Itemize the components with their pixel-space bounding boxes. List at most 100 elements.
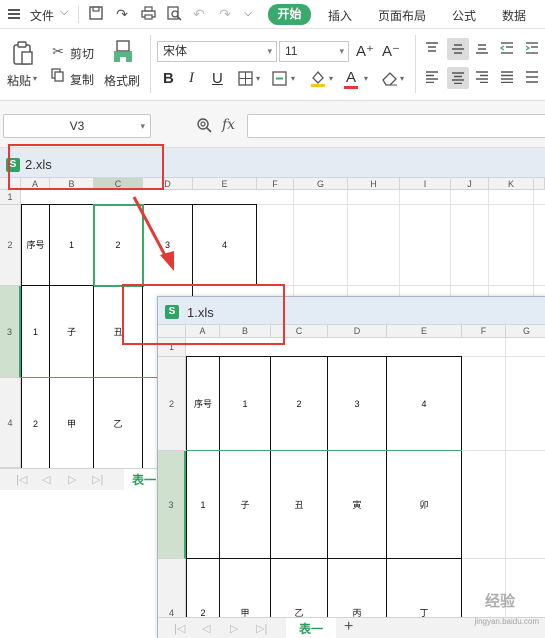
column-header[interactable]: I bbox=[400, 178, 451, 190]
copy-icon[interactable] bbox=[50, 68, 66, 85]
decrease-indent-icon[interactable] bbox=[499, 41, 515, 57]
align-middle-icon[interactable] bbox=[447, 38, 469, 60]
table-cell[interactable]: 序号 bbox=[22, 205, 50, 286]
justify-icon[interactable] bbox=[499, 70, 515, 86]
underline-button[interactable]: U bbox=[212, 70, 223, 87]
shrink-font-button[interactable]: A⁻ bbox=[382, 42, 400, 60]
sheet-tab[interactable]: 表一 bbox=[286, 618, 336, 638]
chevron-down-icon[interactable]: ▾ bbox=[364, 74, 368, 83]
scissors-icon[interactable]: ✂ bbox=[50, 43, 66, 60]
name-box[interactable]: V3 ▾ bbox=[3, 114, 151, 138]
paste-icon[interactable] bbox=[10, 41, 36, 69]
print-icon[interactable] bbox=[140, 6, 156, 22]
increase-indent-icon[interactable] bbox=[524, 41, 540, 57]
chevron-down-icon[interactable]: ⌵ bbox=[240, 6, 256, 22]
align-center-icon[interactable] bbox=[447, 67, 469, 89]
chevron-down-icon[interactable]: ▾ bbox=[400, 74, 404, 83]
format-painter-icon[interactable] bbox=[111, 39, 135, 68]
table-cell[interactable]: 丑 bbox=[271, 451, 328, 559]
grow-font-button[interactable]: A⁺ bbox=[356, 42, 374, 60]
save-icon[interactable] bbox=[88, 6, 104, 22]
table-cell[interactable]: 甲 bbox=[220, 559, 271, 619]
column-header[interactable]: K bbox=[489, 178, 534, 190]
chevron-down-icon[interactable]: ▾ bbox=[291, 74, 295, 83]
prev-sheet-icon[interactable]: ◁ bbox=[202, 622, 210, 635]
borders-icon[interactable] bbox=[237, 71, 253, 89]
column-header[interactable]: G bbox=[506, 325, 545, 338]
column-header[interactable]: J bbox=[451, 178, 489, 190]
table-cell[interactable]: 乙 bbox=[94, 378, 143, 470]
next-sheet-icon[interactable]: ▷ bbox=[68, 473, 76, 486]
column-header[interactable]: D bbox=[328, 325, 387, 338]
eraser-icon[interactable] bbox=[380, 70, 398, 89]
table-cell[interactable]: 3 bbox=[328, 357, 387, 451]
first-sheet-icon[interactable]: |◁ bbox=[16, 473, 27, 486]
table-cell[interactable]: 1 bbox=[22, 286, 50, 378]
column-header[interactable]: F bbox=[257, 178, 294, 190]
row-header[interactable]: 1 bbox=[0, 190, 21, 205]
fill-color-icon[interactable] bbox=[309, 69, 327, 90]
distributed-align-icon[interactable] bbox=[524, 70, 540, 86]
tab-formulas[interactable]: 公式 bbox=[452, 7, 476, 24]
align-top-icon[interactable] bbox=[424, 41, 440, 57]
table-cell[interactable]: 1 bbox=[50, 205, 94, 286]
workbook-window-1xls[interactable]: S 1.xls A B C D E F G 1 2 3 4 序号 1 2 3 4… bbox=[157, 296, 545, 638]
font-name-select[interactable]: 宋体 ▾ bbox=[157, 41, 277, 62]
chevron-down-icon[interactable]: ▾ bbox=[329, 74, 333, 83]
table-cell[interactable]: 甲 bbox=[50, 378, 94, 470]
tab-home[interactable]: 开始 bbox=[268, 4, 311, 25]
font-size-select[interactable]: 11 ▾ bbox=[279, 41, 349, 62]
first-sheet-icon[interactable]: |◁ bbox=[174, 622, 185, 635]
row-header[interactable]: 4 bbox=[0, 378, 21, 468]
column-header[interactable]: E bbox=[193, 178, 257, 190]
prev-sheet-icon[interactable]: ◁ bbox=[42, 473, 50, 486]
column-header[interactable]: H bbox=[348, 178, 400, 190]
last-sheet-icon[interactable]: ▷| bbox=[256, 622, 267, 635]
menu-icon[interactable] bbox=[8, 9, 20, 19]
table-cell[interactable]: 1 bbox=[187, 451, 220, 559]
column-header[interactable]: E bbox=[387, 325, 462, 338]
font-color-button[interactable]: A bbox=[346, 69, 356, 86]
last-sheet-icon[interactable]: ▷| bbox=[92, 473, 103, 486]
row-header[interactable]: 2 bbox=[158, 357, 186, 451]
tab-insert[interactable]: 插入 bbox=[328, 7, 352, 24]
table-cell[interactable]: 4 bbox=[193, 205, 257, 286]
align-bottom-icon[interactable] bbox=[474, 41, 490, 57]
redo-icon[interactable]: ↷ bbox=[217, 6, 233, 22]
format-painter-button[interactable]: 格式刷 bbox=[104, 72, 140, 89]
table-cell[interactable]: 1 bbox=[220, 357, 271, 451]
paste-button[interactable]: 粘贴 bbox=[7, 72, 31, 89]
row-header[interactable]: 4 bbox=[158, 559, 186, 619]
formula-input[interactable] bbox=[247, 114, 545, 138]
align-right-icon[interactable] bbox=[474, 70, 490, 86]
table-cell[interactable]: 4 bbox=[387, 357, 462, 451]
italic-button[interactable]: I bbox=[189, 70, 194, 87]
align-left-icon[interactable] bbox=[424, 70, 440, 86]
row-header[interactable]: 3 bbox=[158, 451, 186, 559]
column-header[interactable]: F bbox=[462, 325, 506, 338]
copy-button[interactable]: 复制 bbox=[70, 71, 94, 88]
tab-page-layout[interactable]: 页面布局 bbox=[378, 7, 426, 24]
column-header[interactable]: G bbox=[294, 178, 348, 190]
print-preview-icon[interactable] bbox=[166, 6, 182, 22]
chevron-down-icon[interactable]: ▾ bbox=[256, 74, 260, 83]
column-header[interactable] bbox=[534, 178, 545, 190]
table-cell[interactable]: 卯 bbox=[387, 451, 462, 559]
export-icon[interactable]: ↷ bbox=[114, 6, 130, 22]
merge-cells-icon[interactable] bbox=[272, 71, 288, 89]
row-header[interactable]: 2 bbox=[0, 205, 21, 286]
zoom-icon[interactable] bbox=[196, 117, 212, 136]
table-cell[interactable]: 2 bbox=[22, 378, 50, 470]
undo-icon[interactable]: ↶ bbox=[191, 6, 207, 22]
next-sheet-icon[interactable]: ▷ bbox=[230, 622, 238, 635]
cut-button[interactable]: 剪切 bbox=[70, 45, 94, 62]
table-cell[interactable]: 乙 bbox=[271, 559, 328, 619]
table-cell[interactable]: 丙 bbox=[328, 559, 387, 619]
chevron-down-icon[interactable]: ▾ bbox=[33, 74, 37, 83]
table-cell[interactable]: 寅 bbox=[328, 451, 387, 559]
table-cell[interactable]: 丁 bbox=[387, 559, 462, 619]
function-icon[interactable]: fx bbox=[222, 117, 235, 133]
row-header[interactable]: 3 bbox=[0, 286, 21, 378]
table-cell[interactable]: 子 bbox=[220, 451, 271, 559]
table-cell[interactable]: 2 bbox=[187, 559, 220, 619]
